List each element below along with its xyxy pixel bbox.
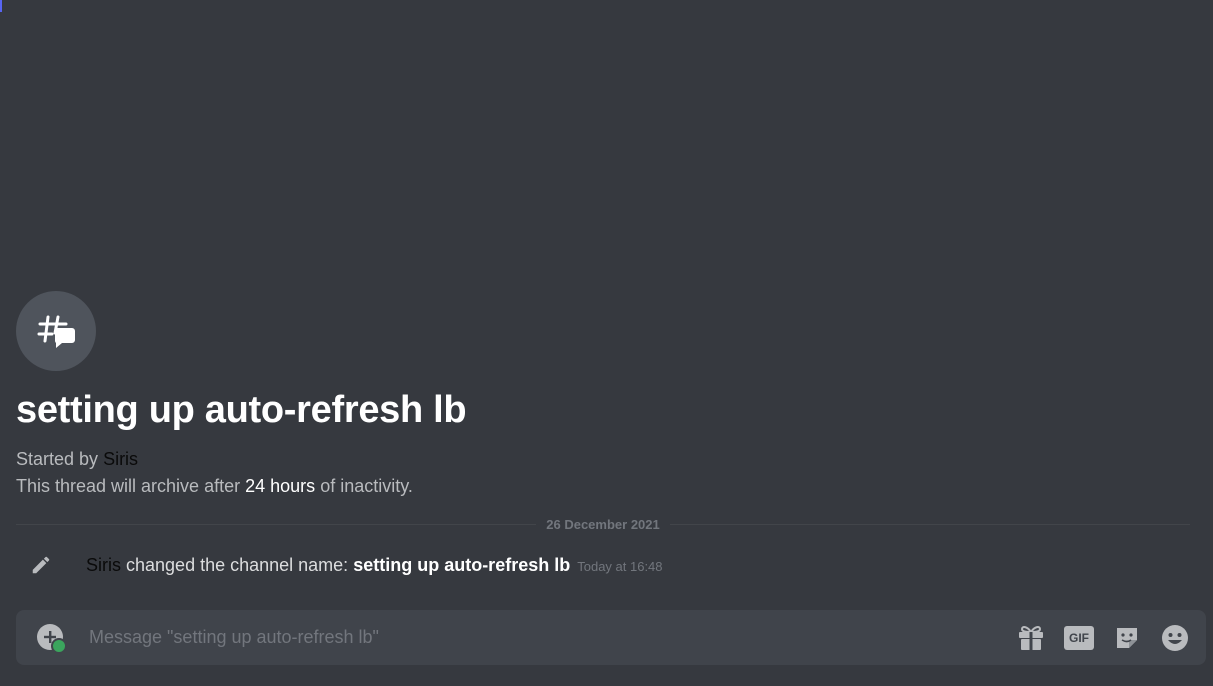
message-composer: GIF	[16, 610, 1206, 665]
sticker-button[interactable]	[1112, 623, 1142, 653]
pencil-icon	[28, 552, 54, 578]
gif-button[interactable]: GIF	[1064, 623, 1094, 653]
new-channel-name: setting up auto-refresh lb	[353, 554, 571, 575]
system-message: Siris changed the channel name: setting …	[28, 552, 663, 578]
add-attachment-button[interactable]	[37, 623, 67, 654]
thread-icon	[16, 291, 96, 371]
date-divider: 26 December 2021	[16, 514, 1191, 534]
message-author-link[interactable]: Siris	[86, 555, 121, 575]
archive-prefix: This thread will archive after	[16, 476, 241, 496]
archive-suffix: of inactivity.	[320, 476, 413, 496]
system-message-action: changed the channel name:	[126, 554, 349, 575]
emoji-icon	[1162, 624, 1188, 651]
sticker-icon	[1117, 627, 1137, 648]
gif-icon: GIF	[1064, 625, 1094, 650]
thread-header: setting up auto-refresh lb Started by Si…	[16, 291, 1196, 498]
date-divider-label: 26 December 2021	[546, 516, 660, 532]
system-message-text: Siris changed the channel name: setting …	[86, 555, 663, 576]
emoji-button[interactable]	[1160, 623, 1190, 653]
gift-button[interactable]	[1016, 623, 1046, 653]
message-input[interactable]	[87, 626, 998, 649]
thread-author-link[interactable]: Siris	[103, 449, 138, 469]
composer-tools: GIF	[998, 623, 1190, 653]
thread-title: setting up auto-refresh lb	[16, 389, 467, 431]
gift-icon	[1019, 625, 1043, 650]
window-edge-marker	[0, 0, 2, 12]
started-by-line: Started by Siris	[16, 447, 1196, 471]
archive-notice: This thread will archive after 24 hours …	[16, 474, 1196, 498]
message-timestamp[interactable]: Today at 16:48	[577, 559, 662, 574]
archive-duration: 24 hours	[245, 476, 316, 496]
started-by-prefix: Started by	[16, 449, 99, 469]
